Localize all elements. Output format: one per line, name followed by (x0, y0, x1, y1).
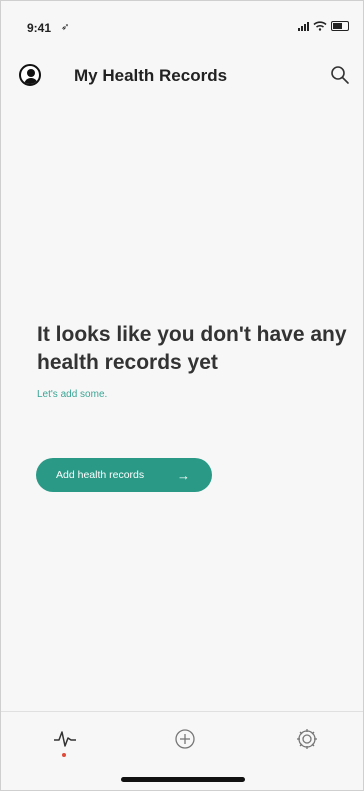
user-profile-icon[interactable] (19, 64, 41, 86)
status-bar: 9:41 ➶ (1, 1, 363, 45)
active-tab-indicator (62, 753, 66, 757)
plus-circle-icon (175, 729, 195, 749)
tab-settings[interactable] (296, 728, 322, 754)
battery-icon (331, 21, 349, 31)
empty-state-subtext: Let's add some. (37, 389, 108, 400)
tab-activity[interactable] (52, 728, 78, 757)
add-health-records-button[interactable]: Add health records → (36, 458, 212, 492)
add-health-records-label: Add health records (56, 469, 145, 481)
wifi-icon (313, 21, 327, 31)
empty-state-heading: It looks like you don't have any health … (37, 323, 347, 374)
status-time: 9:41 (27, 21, 52, 35)
heartbeat-icon (54, 731, 76, 747)
status-icons (298, 21, 349, 31)
app-screen: 9:41 ➶ My Health Records It looks like y… (0, 0, 364, 791)
home-indicator[interactable] (121, 777, 245, 782)
tab-bar (1, 711, 363, 790)
page-title: My Health Records (74, 66, 228, 85)
gear-icon (297, 729, 317, 749)
arrow-right-icon: → (177, 467, 190, 483)
cellular-signal-icon (298, 21, 309, 31)
header: My Health Records (1, 56, 363, 96)
search-icon[interactable] (329, 64, 351, 86)
tab-add[interactable] (174, 728, 200, 754)
location-arrow-icon: ➶ (61, 22, 70, 33)
